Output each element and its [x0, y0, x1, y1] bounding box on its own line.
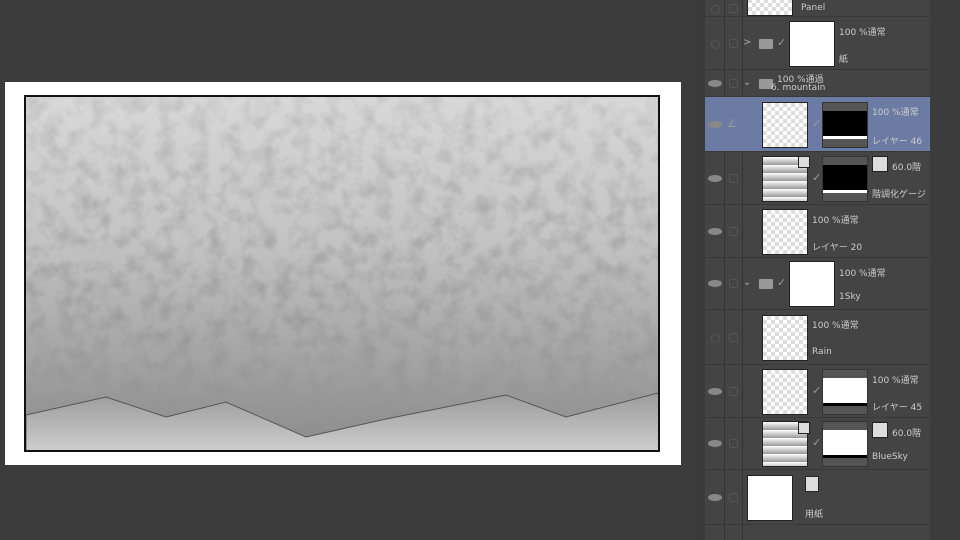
eye-icon[interactable]: [708, 440, 722, 447]
lock-checkbox[interactable]: [729, 38, 738, 48]
layer-name: 6. mountain: [771, 83, 826, 93]
layer-mode: 100 %通常: [872, 108, 919, 118]
layer-row[interactable]: ✓ 60.0階階調化ゲージ: [705, 152, 930, 205]
paper-icon: [805, 476, 819, 492]
layer-row[interactable]: ✓ 100 %通常 レイヤー 45: [705, 365, 930, 418]
layer-mode: 100 %通常: [812, 321, 859, 331]
layer-mode: 100 %通常: [839, 269, 886, 279]
lock-checkbox[interactable]: [729, 3, 738, 13]
lock-checkbox[interactable]: [729, 78, 738, 88]
tone-icon: [798, 422, 810, 434]
layer-mask-thumbnail: [822, 421, 868, 467]
layer-mode: 100 %通常: [872, 376, 919, 386]
layer-row[interactable]: 用紙: [705, 470, 930, 525]
layer-mask-thumbnail: [822, 101, 868, 148]
tone-swatch: [872, 156, 888, 172]
layer-mask-thumbnail: [822, 155, 868, 202]
layer-name: 用紙: [805, 510, 824, 520]
tone-swatch: [872, 422, 888, 438]
check-icon: ✓: [777, 276, 787, 289]
eye-icon[interactable]: [708, 227, 722, 235]
lock-checkbox[interactable]: [729, 492, 738, 502]
lock-checkbox[interactable]: [729, 279, 738, 288]
check-icon: ✓: [812, 436, 822, 449]
layer-thumbnail: [747, 474, 793, 521]
tone-icon: [798, 156, 810, 168]
layer-row[interactable]: ⌄ 100 %通過 6. mountain: [705, 70, 930, 97]
layer-mode: 100 %通常: [839, 28, 886, 38]
pen-icon: ∠: [727, 116, 737, 130]
lock-checkbox[interactable]: [729, 226, 738, 236]
artwork-sky-mountain: [24, 95, 660, 452]
layer-row[interactable]: 100 %通常 レイヤー 20: [705, 205, 930, 258]
layer-thumbnail: [747, 0, 793, 16]
expand-arrow-icon[interactable]: >: [743, 37, 751, 48]
layer-mode: 60.0階: [892, 163, 922, 173]
lock-checkbox[interactable]: [729, 332, 738, 342]
layer-thumbnail: [762, 314, 808, 361]
check-icon: ✓: [812, 116, 822, 130]
hidden-eye-icon[interactable]: [711, 39, 720, 49]
layer-row[interactable]: ✓ 60.0階 BlueSky: [705, 418, 930, 470]
canvas-area[interactable]: [0, 0, 700, 540]
layer-name: レイヤー 20: [812, 243, 863, 253]
eye-icon[interactable]: [708, 387, 722, 395]
folder-icon: [759, 279, 773, 289]
lock-checkbox[interactable]: [729, 173, 738, 183]
layer-row[interactable]: ⌄ ✓ 100 %通常 1Sky: [705, 258, 930, 310]
check-icon: ✓: [777, 35, 787, 49]
lock-checkbox[interactable]: [729, 386, 738, 396]
layer-mode: 100 %通常: [812, 216, 859, 226]
eye-icon[interactable]: [708, 174, 722, 182]
layer-name: Rain: [812, 347, 832, 357]
layer-name: Panel: [801, 3, 826, 13]
layer-mask-thumbnail: [822, 368, 868, 415]
canvas-paper[interactable]: [5, 82, 681, 465]
layer-row[interactable]: ∠ ✓ 100 %通常 レイヤー 46: [705, 97, 930, 152]
layer-thumbnail: [789, 261, 835, 307]
layer-row[interactable]: > ✓ 100 %通常紙: [705, 17, 930, 70]
layer-thumbnail: [789, 20, 835, 67]
layer-name: レイヤー 45: [872, 403, 923, 413]
eye-icon[interactable]: [708, 79, 722, 87]
layer-thumbnail: [762, 208, 808, 255]
expand-arrow-icon[interactable]: ⌄: [743, 77, 751, 88]
layer-panel: Panel > ✓ 100 %通常紙 ⌄ 100 %通過 6. mountain ∠ ✓ 100 …: [705, 0, 930, 540]
lock-checkbox[interactable]: [729, 439, 738, 448]
check-icon: ✓: [812, 383, 822, 397]
eye-icon[interactable]: [708, 280, 722, 287]
folder-icon: [759, 38, 773, 49]
layer-mode: 60.0階: [892, 429, 922, 439]
layer-row[interactable]: 100 %通常 Rain: [705, 310, 930, 365]
eye-icon[interactable]: [708, 493, 722, 501]
expand-arrow-icon[interactable]: ⌄: [743, 277, 751, 288]
eye-icon[interactable]: [708, 120, 722, 128]
layer-name: 階調化ゲージ: [872, 190, 926, 200]
layer-name: 1Sky: [839, 292, 861, 302]
hidden-eye-icon[interactable]: [711, 333, 720, 343]
layer-name: レイヤー 46: [872, 137, 923, 147]
layer-name: BlueSky: [872, 452, 908, 462]
layer-thumbnail: [762, 101, 808, 148]
check-icon: ✓: [812, 170, 822, 184]
layer-name: 紙: [839, 55, 849, 65]
layer-row[interactable]: Panel: [705, 0, 930, 17]
hidden-eye-icon[interactable]: [711, 4, 720, 14]
layer-panel-scrollbar[interactable]: [930, 0, 960, 540]
layer-thumbnail: [762, 368, 808, 415]
